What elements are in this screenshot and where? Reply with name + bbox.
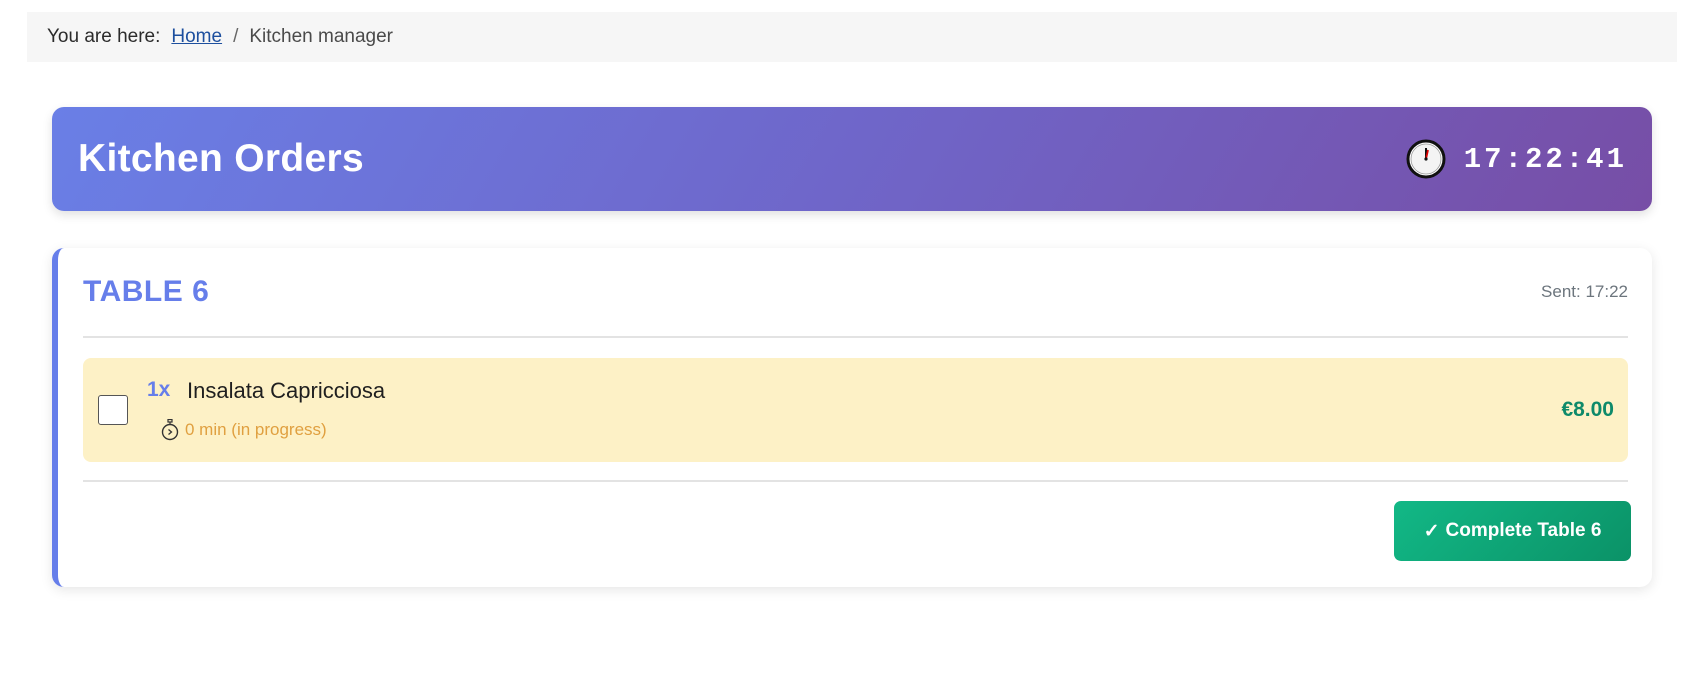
breadcrumb-current: Kitchen manager	[249, 26, 394, 47]
breadcrumb: You are here: Home / Kitchen manager	[27, 12, 1677, 62]
complete-table-label: Complete Table 6	[1445, 520, 1602, 541]
breadcrumb-home-link[interactable]: Home	[171, 26, 222, 48]
clock-time: 17:22:41	[1463, 142, 1627, 176]
breadcrumb-separator: /	[233, 26, 239, 47]
item-status: 0 min (in progress)	[185, 420, 327, 439]
item-timer: 0 min (in progress)	[160, 419, 327, 441]
clock: 17:22:41	[1406, 139, 1627, 179]
sent-time: Sent: 17:22	[1541, 282, 1628, 301]
order-card: TABLE 6 Sent: 17:22 1x Insalata Capricci…	[52, 248, 1652, 587]
checkmark-icon: ✓	[1423, 520, 1440, 542]
item-name: Insalata Capricciosa	[187, 378, 386, 403]
breadcrumb-label: You are here:	[47, 26, 161, 47]
clock-icon	[1406, 139, 1446, 179]
divider	[83, 480, 1628, 482]
complete-table-button[interactable]: ✓ Complete Table 6	[1394, 501, 1631, 561]
item-price: €8.00	[1561, 398, 1614, 421]
page-title: Kitchen Orders	[78, 137, 364, 180]
stopwatch-icon	[161, 419, 179, 441]
page-header: Kitchen Orders 17:22:41	[52, 107, 1652, 211]
table-title: TABLE 6	[83, 275, 210, 308]
order-item: 1x Insalata Capricciosa 0 min (in progre…	[83, 358, 1628, 462]
order-card-header: TABLE 6 Sent: 17:22	[83, 248, 1628, 338]
item-checkbox[interactable]	[98, 395, 128, 425]
item-quantity: 1x	[147, 378, 171, 401]
